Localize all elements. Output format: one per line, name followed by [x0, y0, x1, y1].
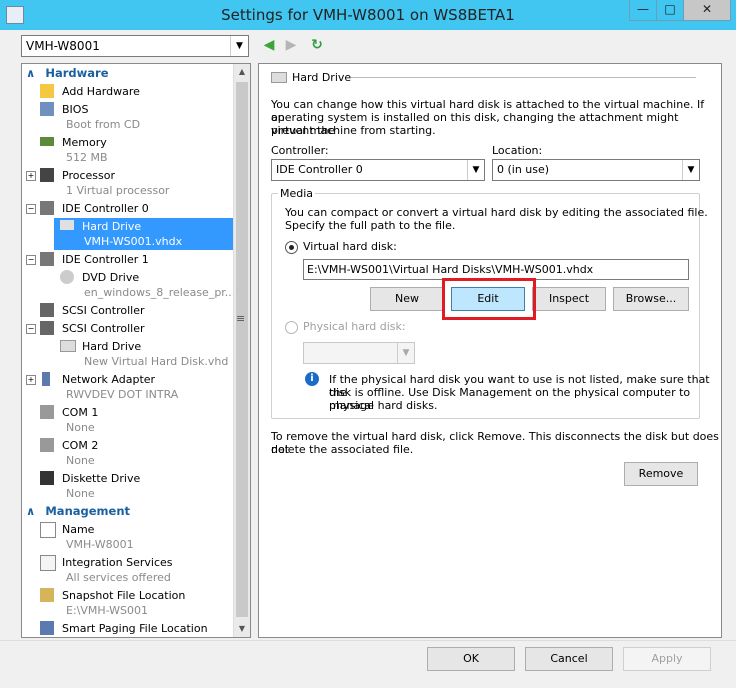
physical-disk-select[interactable]: ▼ [303, 342, 415, 364]
info-line: physical hard disks. [329, 399, 438, 412]
collapse-icon[interactable]: ∧ [26, 504, 35, 518]
diskette-icon [40, 471, 54, 485]
tree-item-sub: 1 Virtual processor [66, 184, 170, 197]
vhd-path-value: E:\VMH-WS001\Virtual Hard Disks\VMH-WS00… [307, 263, 594, 276]
hard-drive-icon [60, 220, 74, 230]
virtual-hard-disk-radio[interactable] [285, 241, 298, 254]
processor-icon [40, 168, 54, 182]
scsi-controller-icon [40, 321, 54, 335]
scroll-thumb[interactable] [236, 82, 248, 617]
location-select[interactable]: 0 (in use) ▼ [492, 159, 700, 181]
name-icon [40, 522, 56, 538]
chevron-down-icon[interactable]: ▼ [682, 160, 699, 180]
media-label: Media [278, 187, 316, 200]
tree-item-sub: New Virtual Hard Disk.vhd [84, 355, 229, 368]
intro-line: virtual machine from starting. [271, 124, 436, 137]
maximize-button[interactable]: □ [656, 0, 684, 21]
location-label: Location: [492, 144, 543, 157]
hard-drive-icon [60, 340, 76, 352]
ok-button[interactable]: OK [427, 647, 515, 671]
bios-icon [40, 102, 54, 116]
remove-button[interactable]: Remove [624, 462, 698, 486]
collapse-icon[interactable]: − [26, 204, 36, 214]
details-panel: Hard Drive You can change how this virtu… [258, 63, 722, 638]
back-icon[interactable]: ◀ [262, 37, 276, 53]
apply-button[interactable]: Apply [623, 647, 711, 671]
hardware-header[interactable]: ∧ Hardware [26, 66, 109, 82]
vm-selector[interactable]: VMH-W8001 ▼ [21, 35, 249, 57]
remove-info-line: delete the associated file. [271, 443, 414, 456]
ide-controller-icon [40, 252, 54, 266]
tree-scrollbar[interactable]: ▲ ▼ [233, 64, 250, 637]
inspect-button[interactable]: Inspect [532, 287, 606, 311]
collapse-icon[interactable]: − [26, 255, 36, 265]
edit-button-highlight-frame [442, 278, 536, 320]
chevron-down-icon[interactable]: ▼ [397, 343, 414, 363]
section-title: Hard Drive [292, 71, 352, 84]
network-adapter-icon [42, 372, 50, 386]
tree-item-sub: en_windows_8_release_pr... [84, 286, 236, 299]
virtual-hard-disk-label: Virtual hard disk: [303, 240, 397, 253]
tree-item-sub: 512 MB [66, 151, 108, 164]
collapse-icon[interactable]: − [26, 324, 36, 334]
refresh-icon[interactable]: ↻ [310, 37, 324, 53]
tree-item-sub: None [66, 421, 95, 434]
browse-button[interactable]: Browse... [613, 287, 689, 311]
expand-icon[interactable]: + [26, 171, 36, 181]
info-icon: i [305, 372, 319, 386]
memory-icon [40, 137, 54, 146]
dvd-drive-icon [60, 270, 74, 284]
tree-item-sub: RWVDEV DOT INTRA [66, 388, 179, 401]
tree-item-sub: None [66, 487, 95, 500]
minimize-button[interactable]: — [629, 0, 657, 21]
scroll-down-icon[interactable]: ▼ [234, 621, 250, 637]
expand-icon[interactable]: + [26, 375, 36, 385]
collapse-icon[interactable]: ∧ [26, 66, 35, 80]
scroll-up-icon[interactable]: ▲ [234, 64, 250, 80]
close-icon: ✕ [701, 2, 713, 16]
settings-window: Settings for VMH-W8001 on WS8BETA1 — □ ✕… [0, 0, 736, 688]
media-line: Specify the full path to the file. [285, 219, 456, 232]
physical-hard-disk-label: Physical hard disk: [303, 320, 406, 333]
close-button[interactable]: ✕ [683, 0, 731, 21]
location-value: 0 (in use) [497, 163, 550, 176]
physical-hard-disk-radio[interactable] [285, 321, 298, 334]
com-port-icon [40, 405, 54, 419]
snapshot-icon [40, 588, 54, 602]
cancel-button[interactable]: Cancel [525, 647, 613, 671]
smart-paging-icon [40, 621, 54, 635]
tree-item-sub: None [66, 454, 95, 467]
tree-item-sub: Boot from CD [66, 118, 141, 131]
tree-item-sub: VMH-W8001 [66, 538, 134, 551]
window-title: Settings for VMH-W8001 on WS8BETA1 [221, 6, 515, 24]
chevron-down-icon[interactable]: ▼ [467, 160, 484, 180]
maximize-icon: □ [664, 2, 676, 16]
tree-item-sub: VMH-WS001.vhdx [84, 235, 183, 248]
new-button[interactable]: New [370, 287, 444, 311]
forward-icon[interactable]: ▶ [284, 37, 298, 53]
title-bar[interactable]: Settings for VMH-W8001 on WS8BETA1 — □ ✕ [0, 0, 736, 30]
controller-value: IDE Controller 0 [276, 163, 363, 176]
hard-drive-icon [271, 72, 287, 83]
settings-tree[interactable]: ∧ Hardware Add Hardware BIOS Boot from C… [21, 63, 251, 638]
com-port-icon [40, 438, 54, 452]
add-hardware-icon [40, 84, 54, 98]
scsi-controller-icon [40, 303, 54, 317]
ide-controller-icon [40, 201, 54, 215]
integration-services-icon [40, 555, 56, 571]
splitter-grip-icon[interactable]: ≡ [236, 312, 245, 325]
minimize-icon: — [637, 2, 649, 16]
management-header[interactable]: ∧ Management [26, 504, 130, 520]
controller-select[interactable]: IDE Controller 0 ▼ [271, 159, 485, 181]
footer-divider [0, 640, 736, 641]
vhd-path-input[interactable]: E:\VMH-WS001\Virtual Hard Disks\VMH-WS00… [303, 259, 689, 280]
chevron-down-icon[interactable]: ▼ [230, 36, 248, 56]
vm-selector-value: VMH-W8001 [26, 39, 100, 53]
title-divider [351, 77, 696, 78]
controller-label: Controller: [271, 144, 329, 157]
media-line: You can compact or convert a virtual har… [285, 206, 708, 219]
tree-item-sub: All services offered [66, 571, 171, 584]
tree-item-sub: E:\VMH-WS001 [66, 604, 149, 617]
